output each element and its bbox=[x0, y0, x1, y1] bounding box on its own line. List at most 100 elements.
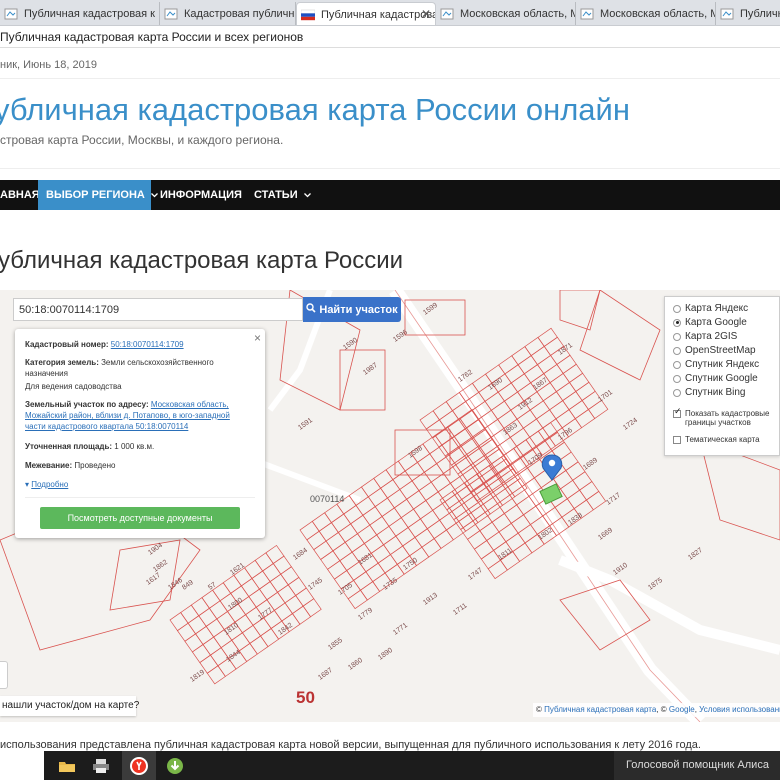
page-favicon-icon bbox=[720, 8, 734, 20]
layer-option-label: Карта Яндекс bbox=[685, 303, 749, 314]
attribution-separator: , © bbox=[656, 705, 667, 714]
radio-icon[interactable] bbox=[673, 360, 681, 369]
parcel-info-popup: × Кадастровый номер: 50:18:0070114:1709 … bbox=[15, 329, 265, 538]
printer-icon[interactable] bbox=[84, 751, 118, 780]
land-category-row: Категория земель: Земли сельскохозяйстве… bbox=[25, 357, 250, 379]
parcel-number-label: 1810 bbox=[223, 622, 240, 637]
layer-option-google-satellite[interactable]: Спутник Google bbox=[673, 373, 758, 384]
parcel-number-label: 1598 bbox=[407, 445, 424, 460]
parcel-number-label: 1596 bbox=[392, 329, 409, 344]
details-link[interactable]: Подробно bbox=[31, 480, 68, 489]
parcel-number-label: 1684 bbox=[292, 547, 309, 562]
browser-tab[interactable]: Московская область, Мо bbox=[436, 2, 576, 25]
nav-item-label: ВЫБОР РЕГИОНА bbox=[46, 189, 145, 201]
radio-icon[interactable] bbox=[673, 304, 681, 313]
map-layer-selector: Карта Яндекс Карта Google Карта 2GIS Ope… bbox=[664, 296, 780, 456]
thematic-map-label: Тематическая карта bbox=[685, 435, 760, 444]
layer-option-label: Спутник Google bbox=[685, 373, 758, 384]
parcel-number-label: 1846 bbox=[167, 577, 184, 592]
layer-option-label: Спутник Bing bbox=[685, 387, 746, 398]
close-icon[interactable]: × bbox=[254, 331, 261, 345]
parcel-number-label: 1689 bbox=[582, 457, 599, 472]
page-title: убличная кадастровая карта России bbox=[0, 247, 404, 274]
page-favicon-icon bbox=[580, 8, 594, 20]
radio-icon[interactable] bbox=[673, 374, 681, 383]
show-borders-toggle[interactable]: Показать кадастровые границы участков bbox=[673, 407, 777, 427]
cadastral-number-link[interactable]: 50:18:0070114:1709 bbox=[111, 340, 184, 349]
parcel-number-label: 1724 bbox=[622, 417, 639, 432]
parcel-number-label: 1771 bbox=[392, 622, 409, 637]
layer-option-label: OpenStreetMap bbox=[685, 345, 756, 356]
browser-tab[interactable]: Кадастровая публичная к bbox=[160, 2, 296, 25]
nav-item-info[interactable]: ИНФОРМАЦИЯ bbox=[160, 180, 242, 210]
region-code-label: 50 bbox=[296, 688, 315, 707]
parcel-number-label: 1735 bbox=[382, 577, 399, 592]
radio-icon[interactable] bbox=[673, 332, 681, 341]
page-title-bar[interactable]: Публичная кадастровая карта России и все… bbox=[0, 26, 780, 48]
attribution-link-pkk[interactable]: Публичная кадастровая карта bbox=[544, 705, 656, 714]
location-marker-icon[interactable] bbox=[541, 454, 563, 481]
parcel-number-label: 1687 bbox=[317, 667, 334, 682]
alice-voice-assistant[interactable]: Голосовой помощник Алиса bbox=[614, 751, 780, 780]
browser-tab[interactable]: Московская область, Мо bbox=[576, 2, 716, 25]
parcel-number-label: 1777 bbox=[257, 607, 274, 622]
details-toggle[interactable]: ▾ Подробно bbox=[25, 479, 250, 490]
browser-tab-active[interactable]: Публичная кадастрова ✕ bbox=[296, 2, 436, 25]
parcel-number-label: 1855 bbox=[327, 637, 344, 652]
browser-tab[interactable]: Публичная кадастровая к bbox=[0, 2, 160, 25]
layer-option-label: Спутник Яндекс bbox=[685, 359, 760, 370]
parcel-number-label: 1827 bbox=[687, 547, 704, 562]
checkbox-checked-icon[interactable] bbox=[673, 407, 682, 418]
close-tab-icon[interactable]: ✕ bbox=[421, 7, 431, 21]
parcel-number-label: 57 bbox=[207, 581, 217, 591]
yandex-browser-icon[interactable] bbox=[122, 751, 156, 780]
map-attribution: © Публичная кадастровая карта, © Google,… bbox=[533, 703, 780, 717]
cadastral-search-input[interactable]: 50:18:0070114:1709 bbox=[13, 298, 303, 321]
zoom-control[interactable] bbox=[0, 661, 8, 689]
nav-item-region[interactable]: ВЫБОР РЕГИОНА bbox=[38, 180, 158, 210]
browser-tab-label: Московская область, Мо bbox=[460, 8, 575, 20]
layer-option-osm[interactable]: OpenStreetMap bbox=[673, 345, 756, 356]
site-title[interactable]: убличная кадастровая карта России онлайн bbox=[0, 92, 630, 128]
site-description: стровая карта России, Москвы, и каждого … bbox=[0, 133, 284, 147]
survey-row: Межевание: Проведено bbox=[25, 460, 250, 471]
land-category-label: Категория земель: bbox=[25, 358, 99, 367]
parcel-number-label: 1863 bbox=[502, 422, 519, 437]
layer-option-google-map[interactable]: Карта Google bbox=[673, 317, 747, 328]
attribution-link-terms[interactable]: Условия использования bbox=[699, 705, 780, 714]
divider bbox=[25, 497, 255, 498]
find-parcel-label: Найти участок bbox=[319, 303, 398, 316]
checkbox-icon[interactable] bbox=[673, 435, 681, 444]
cadastral-number-label: Кадастровый номер: bbox=[25, 340, 109, 349]
browser-tab-strip: Публичная кадастровая к Кадастровая публ… bbox=[0, 0, 780, 26]
radio-icon[interactable] bbox=[673, 388, 681, 397]
search-icon bbox=[306, 303, 316, 316]
layer-option-label: Карта Google bbox=[685, 317, 747, 328]
nav-item-articles[interactable]: СТАТЬИ bbox=[254, 180, 311, 210]
address-row: Земельный участок по адресу: Московская … bbox=[25, 399, 250, 432]
nav-item-label: ИНФОРМАЦИЯ bbox=[160, 189, 242, 201]
layer-option-yandex-map[interactable]: Карта Яндекс bbox=[673, 303, 748, 314]
view-documents-button[interactable]: Посмотреть доступные документы bbox=[40, 507, 240, 529]
thematic-map-toggle[interactable]: Тематическая карта bbox=[673, 435, 760, 444]
layer-option-yandex-satellite[interactable]: Спутник Яндекс bbox=[673, 359, 759, 370]
area-label: Уточненная площадь: bbox=[25, 442, 113, 451]
torrent-icon[interactable] bbox=[158, 751, 192, 780]
radio-icon[interactable] bbox=[673, 346, 681, 355]
find-parcel-button[interactable]: Найти участок bbox=[303, 297, 401, 322]
not-found-prompt[interactable]: нашли участок/дом на карте? bbox=[0, 696, 139, 716]
browser-tab[interactable]: Публичная bbox=[716, 2, 780, 25]
layer-option-2gis[interactable]: Карта 2GIS bbox=[673, 331, 737, 342]
caret-down-icon: ▾ bbox=[25, 480, 30, 489]
parcel-number-label: 1838 bbox=[567, 512, 584, 527]
nav-item-home[interactable]: АВНАЯ bbox=[0, 180, 40, 210]
radio-checked-icon[interactable] bbox=[673, 318, 681, 327]
area-row: Уточненная площадь: 1 000 кв.м. bbox=[25, 441, 250, 452]
parcel-number-label: 1779 bbox=[357, 607, 374, 622]
layer-option-bing-satellite[interactable]: Спутник Bing bbox=[673, 387, 746, 398]
parcel-number-label: 1800 bbox=[227, 597, 244, 612]
folder-icon[interactable] bbox=[50, 751, 84, 780]
attribution-link-google[interactable]: Google bbox=[669, 705, 695, 714]
parcel-number-label: 1913 bbox=[422, 592, 439, 607]
current-date: ник, Июнь 18, 2019 bbox=[0, 59, 97, 71]
